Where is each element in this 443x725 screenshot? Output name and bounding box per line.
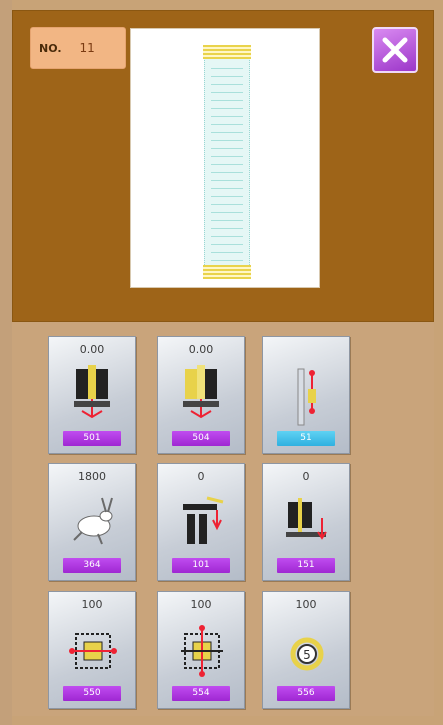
x-scale-icon (69, 633, 117, 669)
parameter-tile-feed[interactable]: 0 151 (262, 463, 350, 581)
parameter-tile-x-scale[interactable]: 100 550 (48, 591, 136, 709)
pattern-preview (130, 28, 320, 288)
tile-code: 554 (172, 686, 230, 701)
parameter-tile-counter[interactable]: 100 5 556 (262, 591, 350, 709)
tile-value: 0.00 (188, 343, 214, 356)
parameter-tile-speed[interactable]: 1800 364 (48, 463, 136, 581)
parameter-tile-presser-left[interactable]: 0.00 501 (48, 336, 136, 454)
pattern-number-box[interactable]: NO. 11 (30, 27, 126, 69)
stitch-start-tack (203, 45, 251, 59)
screen: NO. 11 0.00 501 0.00 504 51 1800 364 0 1… (0, 0, 443, 725)
parameter-tile-needle-height[interactable]: 51 (262, 336, 350, 454)
tile-code: 550 (63, 686, 121, 701)
y-scale-icon (181, 625, 223, 677)
tile-value: 0 (302, 470, 310, 483)
tile-code: 364 (63, 558, 121, 573)
close-icon (382, 37, 408, 63)
rabbit-speed-icon (73, 497, 113, 545)
pattern-number-label: NO. (39, 41, 62, 55)
stitch-lines (211, 61, 243, 263)
tile-code: 501 (63, 431, 121, 446)
feed-dog-icon (286, 498, 327, 540)
counter-icon: 5 (290, 637, 324, 671)
tile-value: 100 (190, 598, 212, 611)
presser-foot-left-icon (74, 365, 110, 419)
tile-code: 504 (172, 431, 230, 446)
close-button[interactable] (372, 27, 418, 73)
tile-value: 1800 (78, 470, 106, 483)
tile-value: 100 (295, 598, 317, 611)
presser-foot-right-icon (183, 365, 219, 419)
parameter-tile-y-scale[interactable]: 100 554 (157, 591, 245, 709)
pattern-number-value: 11 (79, 41, 95, 55)
parameter-tile-thread-tension[interactable]: 0 101 (157, 463, 245, 581)
parameter-tile-presser-right[interactable]: 0.00 504 (157, 336, 245, 454)
tile-value: 0 (197, 470, 205, 483)
stitch-end-tack (203, 265, 251, 279)
needle-height-icon (297, 368, 316, 426)
left-edge (0, 0, 12, 725)
tile-code: 51 (277, 431, 335, 446)
tile-code: 151 (277, 558, 335, 573)
tile-code: 556 (277, 686, 335, 701)
stitch-pattern (203, 45, 251, 279)
svg-text:5: 5 (303, 648, 311, 662)
tile-value: 0.00 (79, 343, 105, 356)
tile-value: 100 (81, 598, 103, 611)
tile-code: 101 (172, 558, 230, 573)
thread-tension-icon (183, 496, 224, 544)
